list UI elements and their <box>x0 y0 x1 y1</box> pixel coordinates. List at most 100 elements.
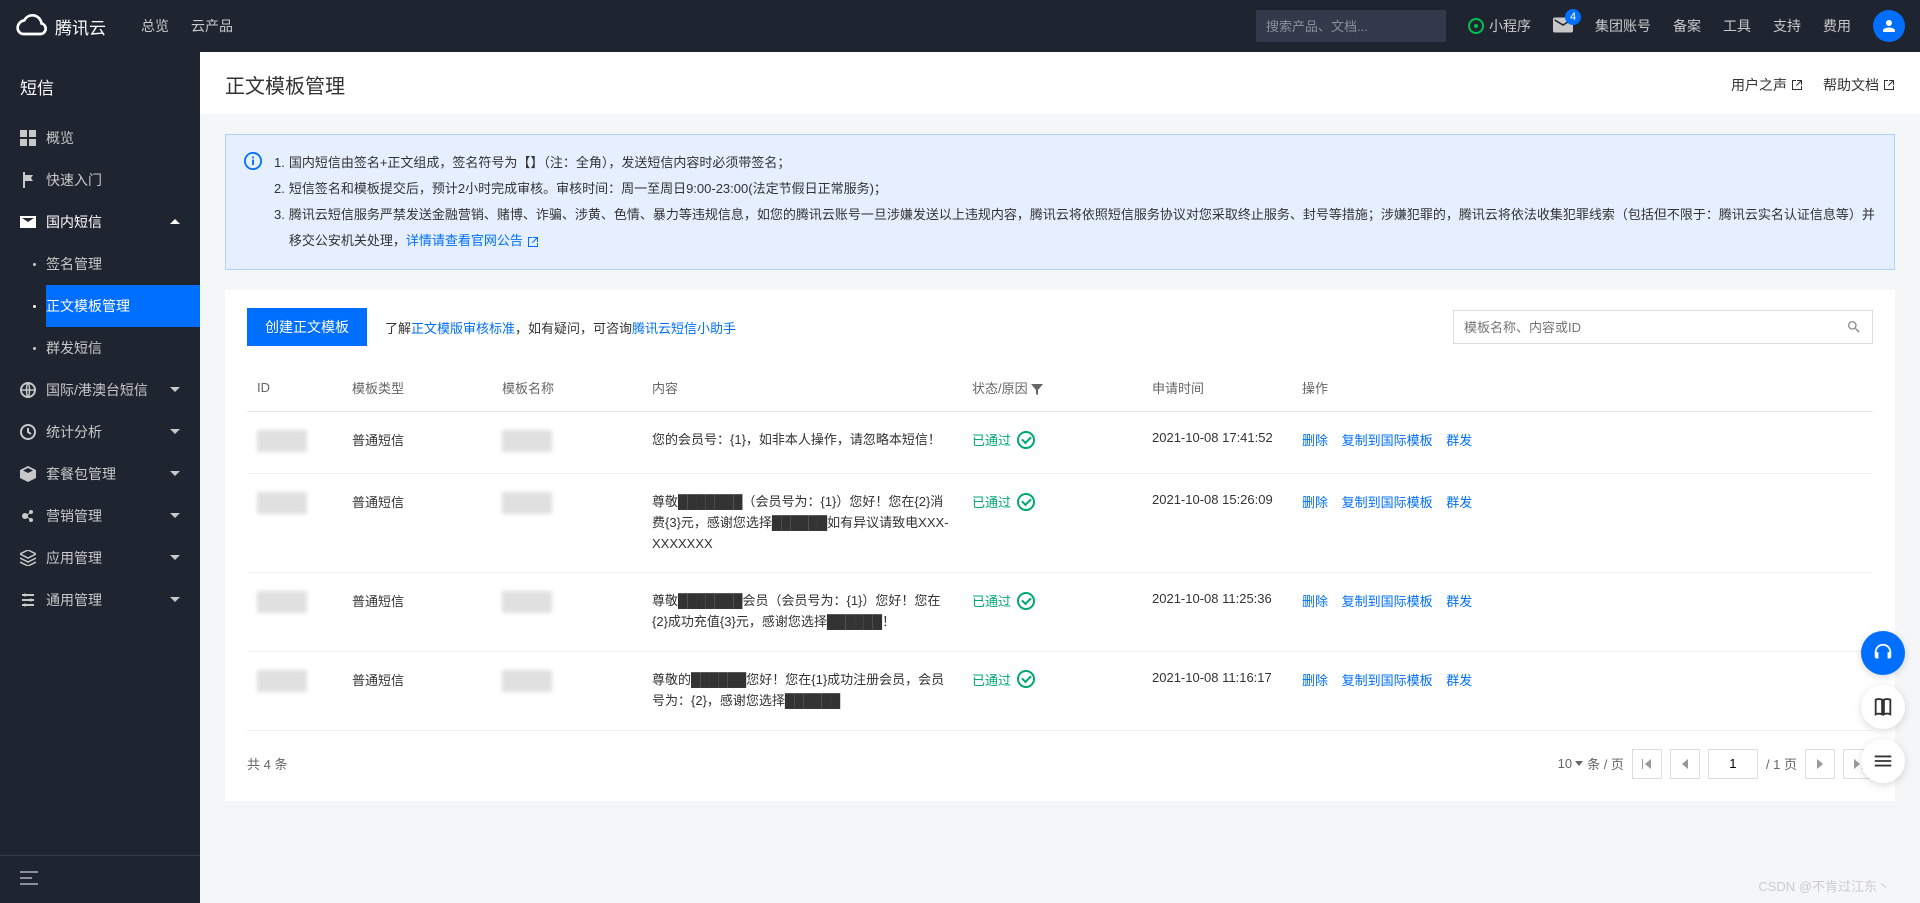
bulk-send-link[interactable]: 群发 <box>1446 594 1472 609</box>
notice-detail-link[interactable]: 详情请查看官网公告 <box>406 233 539 248</box>
create-template-button[interactable]: 创建正文模板 <box>247 308 367 346</box>
float-customer-service[interactable] <box>1861 631 1905 675</box>
content-cell: 尊敬███████（会员号为：{1}）您好！您在{2}消费{3}元，感谢您选择█… <box>642 474 962 573</box>
page-size-selector[interactable]: 10 条 / 页 <box>1558 754 1624 773</box>
time-cell: 2021-10-08 15:26:09 <box>1142 474 1292 573</box>
delete-link[interactable]: 删除 <box>1302 594 1328 609</box>
bulk-send-link[interactable]: 群发 <box>1446 433 1472 448</box>
check-icon <box>1017 493 1035 511</box>
table-row: 普通短信 尊敬███████（会员号为：{1}）您好！您在{2}消费{3}元，感… <box>247 474 1873 573</box>
bulk-send-link[interactable]: 群发 <box>1446 495 1472 510</box>
link-user-voice[interactable]: 用户之声 <box>1731 75 1803 95</box>
type-cell: 普通短信 <box>342 573 492 652</box>
content-area: 正文模板管理 用户之声 帮助文档 1.国内短信由签名+正文组成，签名符号为【】（… <box>200 52 1920 903</box>
status-cell: 已通过 <box>972 591 1132 610</box>
sidebar-item-stats[interactable]: 统计分析 <box>0 411 200 453</box>
link-tools[interactable]: 工具 <box>1723 16 1751 36</box>
table-row: 普通短信 尊敬的██████您好！您在{1}成功注册会员，会员号为：{2}，感谢… <box>247 651 1873 730</box>
notice-list: 1.国内短信由签名+正文组成，签名符号为【】（注：全角），发送短信内容时必须带签… <box>274 150 1876 254</box>
sidebar-item-intl-sms[interactable]: 国际/港澳台短信 <box>0 369 200 411</box>
clock-icon <box>20 424 36 440</box>
copy-intl-link[interactable]: 复制到国际模板 <box>1342 433 1433 448</box>
global-search[interactable] <box>1256 10 1446 42</box>
mini-program-icon <box>1468 18 1484 34</box>
th-name: 模板名称 <box>492 364 642 412</box>
sidebar-item-signature[interactable]: 签名管理 <box>46 243 200 285</box>
sidebar-item-package[interactable]: 套餐包管理 <box>0 453 200 495</box>
page-input[interactable] <box>1708 749 1758 779</box>
search-icon[interactable] <box>1846 319 1862 335</box>
notifications[interactable]: 4 <box>1553 17 1573 36</box>
audit-standard-link[interactable]: 正文模版审核标准 <box>411 321 515 336</box>
delete-link[interactable]: 删除 <box>1302 495 1328 510</box>
link-beian[interactable]: 备案 <box>1673 16 1701 36</box>
name-cell-blurred <box>502 492 552 514</box>
action-cell: 删除 复制到国际模板 群发 <box>1292 573 1873 652</box>
filter-icon <box>1031 384 1043 396</box>
float-menu[interactable] <box>1861 739 1905 783</box>
sidebar-item-domestic-sms[interactable]: 国内短信 <box>0 201 200 243</box>
logo-icon <box>15 10 47 42</box>
sidebar-item-quickstart[interactable]: 快速入门 <box>0 159 200 201</box>
mini-program-link[interactable]: 小程序 <box>1468 16 1531 36</box>
page-total: 共 4 条 <box>247 754 288 773</box>
nav-products[interactable]: 云产品 <box>191 16 233 36</box>
external-link-icon <box>527 236 539 248</box>
top-header: 腾讯云 总览 云产品 小程序 4 集团账号 备案 工具 支持 费用 <box>0 0 1920 52</box>
link-help-docs[interactable]: 帮助文档 <box>1823 75 1895 95</box>
delete-link[interactable]: 删除 <box>1302 433 1328 448</box>
copy-intl-link[interactable]: 复制到国际模板 <box>1342 495 1433 510</box>
logo[interactable]: 腾讯云 <box>15 10 106 42</box>
sidebar-item-template[interactable]: 正文模板管理 <box>46 285 200 327</box>
float-docs[interactable] <box>1861 685 1905 729</box>
search-input[interactable] <box>1266 19 1442 34</box>
sidebar-item-bulk-send[interactable]: 群发短信 <box>46 327 200 369</box>
settings-icon <box>20 592 36 608</box>
th-status[interactable]: 状态/原因 <box>962 364 1142 412</box>
delete-link[interactable]: 删除 <box>1302 673 1328 688</box>
status-cell: 已通过 <box>972 430 1132 449</box>
page-prev-button[interactable] <box>1670 749 1700 779</box>
status-cell: 已通过 <box>972 492 1132 511</box>
sidebar: 短信 概览 快速入门 国内短信 签名管理 正文模板管理 群发短信 <box>0 52 200 903</box>
id-cell-blurred <box>257 670 307 692</box>
name-cell-blurred <box>502 670 552 692</box>
page-next-button[interactable] <box>1805 749 1835 779</box>
sidebar-item-general[interactable]: 通用管理 <box>0 579 200 621</box>
name-cell-blurred <box>502 591 552 613</box>
name-cell-blurred <box>502 430 552 452</box>
copy-intl-link[interactable]: 复制到国际模板 <box>1342 594 1433 609</box>
nav-overview[interactable]: 总览 <box>141 16 169 36</box>
time-cell: 2021-10-08 11:25:36 <box>1142 573 1292 652</box>
bulk-send-link[interactable]: 群发 <box>1446 673 1472 688</box>
action-cell: 删除 复制到国际模板 群发 <box>1292 651 1873 730</box>
template-table: ID 模板类型 模板名称 内容 状态/原因 申请时间 操作 普通短信 您的会员号… <box>225 364 1895 801</box>
sidebar-item-app[interactable]: 应用管理 <box>0 537 200 579</box>
table-search[interactable] <box>1453 310 1873 344</box>
page-first-button[interactable] <box>1632 749 1662 779</box>
sidebar-item-overview[interactable]: 概览 <box>0 117 200 159</box>
page-title-bar: 正文模板管理 用户之声 帮助文档 <box>200 52 1920 114</box>
link-account[interactable]: 集团账号 <box>1595 16 1651 36</box>
marketing-icon <box>20 508 36 524</box>
sms-helper-link[interactable]: 腾讯云短信小助手 <box>632 321 736 336</box>
type-cell: 普通短信 <box>342 651 492 730</box>
user-avatar[interactable] <box>1873 10 1905 42</box>
id-cell-blurred <box>257 430 307 452</box>
table-row: 普通短信 尊敬███████会员（会员号为：{1}）您好！您在{2}成功充值{3… <box>247 573 1873 652</box>
action-cell: 删除 复制到国际模板 群发 <box>1292 474 1873 573</box>
collapse-icon[interactable] <box>20 871 38 885</box>
page-title: 正文模板管理 <box>225 70 345 99</box>
external-link-icon <box>1883 79 1895 91</box>
content-cell: 尊敬的██████您好！您在{1}成功注册会员，会员号为：{2}，感谢您选择██… <box>642 651 962 730</box>
th-type: 模板类型 <box>342 364 492 412</box>
notice-box: 1.国内短信由签名+正文组成，签名符号为【】（注：全角），发送短信内容时必须带签… <box>225 134 1895 270</box>
table-search-input[interactable] <box>1464 320 1846 335</box>
layers-icon <box>20 550 36 566</box>
copy-intl-link[interactable]: 复制到国际模板 <box>1342 673 1433 688</box>
id-cell-blurred <box>257 492 307 514</box>
chevron-down-icon <box>170 553 180 563</box>
link-support[interactable]: 支持 <box>1773 16 1801 36</box>
sidebar-item-marketing[interactable]: 营销管理 <box>0 495 200 537</box>
link-billing[interactable]: 费用 <box>1823 16 1851 36</box>
